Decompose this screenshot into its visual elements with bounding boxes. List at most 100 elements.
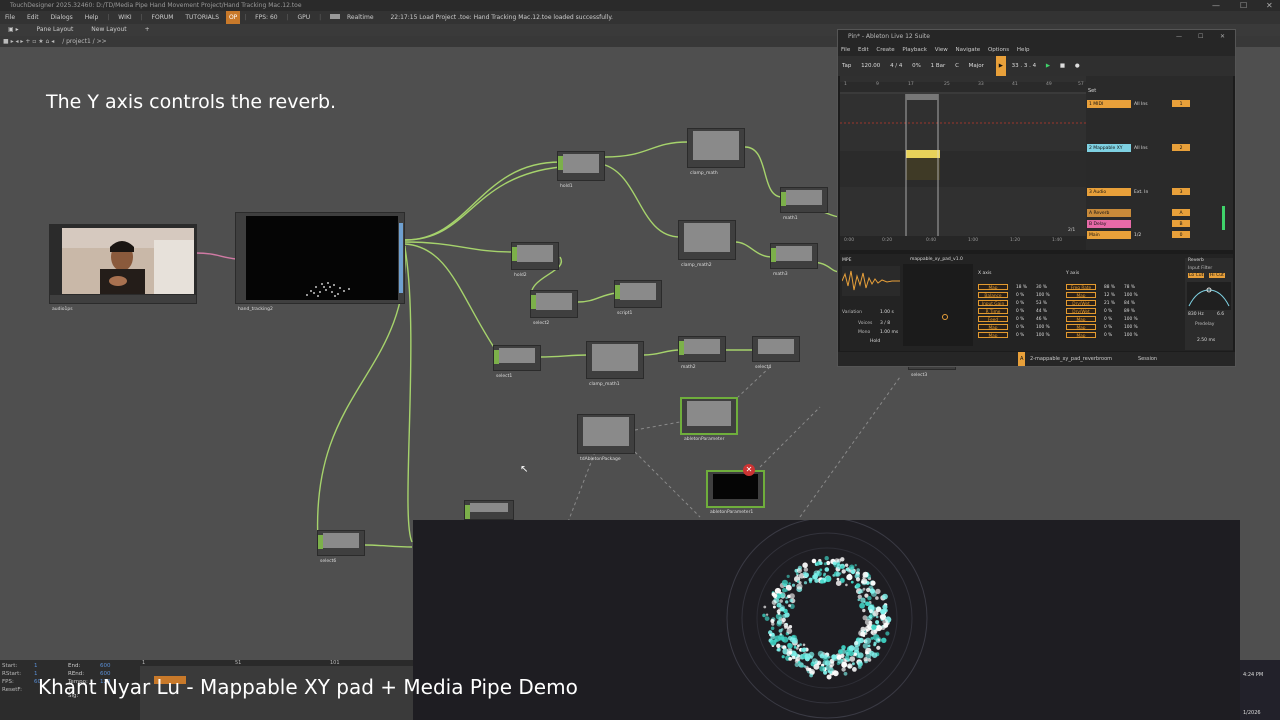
tap-button[interactable]: Tap [838,56,855,76]
hold-button[interactable]: Hold [870,339,880,344]
mapping-parameter[interactable]: Map [978,332,1008,339]
menu-help[interactable]: Help [80,11,104,24]
mapping-max[interactable]: 100 % [1124,324,1138,331]
track-input[interactable]: All Ins [1134,100,1148,109]
track-row[interactable]: B Delay B [1086,220,1231,229]
mapping-parameter[interactable]: Map [978,324,1008,331]
mapping-min[interactable]: 0 % [1104,332,1112,339]
mapping-parameter[interactable]: Dry/Wet [1066,308,1096,315]
mapping-min[interactable]: 0 % [1016,332,1024,339]
close-icon[interactable]: ✕ [1266,0,1273,11]
mapping-max[interactable]: 46 % [1036,316,1047,323]
ab-menu-help[interactable]: Help [1014,44,1033,56]
track-name[interactable]: A Reverb [1087,209,1131,217]
bpm-field[interactable]: 120.00 [857,56,884,76]
node-select4[interactable]: select4 [752,336,800,370]
ab-menu-options[interactable]: Options [985,44,1012,56]
new-layout-button[interactable]: New Layout [83,24,134,36]
track-name[interactable]: Main [1087,231,1131,239]
track-number[interactable]: B [1172,220,1190,227]
mapping-min[interactable]: 0 % [1016,308,1024,315]
ab-menu-create[interactable]: Create [873,44,897,56]
minimize-icon[interactable]: — [1212,0,1220,11]
key-select[interactable]: C [951,56,963,76]
mapping-max[interactable]: 53 % [1036,300,1047,307]
track-input[interactable]: All Ins [1134,144,1148,153]
ab-close-icon[interactable]: ✕ [1220,30,1225,44]
mapping-parameter[interactable]: Feed [978,316,1008,323]
mapping-max[interactable]: 100 % [1036,332,1050,339]
error-icon[interactable]: ✕ [743,464,755,476]
beat-ruler[interactable]: 1 9 17 25 33 41 49 57 [840,82,1086,92]
track-name[interactable]: B Delay [1087,220,1131,228]
mapping-min[interactable]: 0 % [1016,316,1024,323]
mapping-max[interactable]: 100 % [1124,292,1138,299]
track-input[interactable]: 1/2 [1134,231,1141,240]
mapping-min[interactable]: 0 % [1104,308,1112,315]
mapping-parameter[interactable]: Map [1066,332,1096,339]
ab-menu-edit[interactable]: Edit [855,44,872,56]
track-name[interactable]: 2 Mappable XY [1087,144,1131,152]
node-math1[interactable]: math1 [780,187,828,221]
hi-cut-toggle[interactable]: Hi Cut [1209,273,1225,278]
track-number[interactable]: 3 [1172,188,1190,195]
mapping-min[interactable]: 0 % [1016,324,1024,331]
mapping-parameter[interactable]: Map [978,284,1008,291]
mono-value[interactable]: 1.00 ms [880,330,898,335]
pane-tools-icon[interactable]: ▣ ▸ [0,24,27,36]
node-math3[interactable]: math3 [770,243,818,277]
scale-select[interactable]: Major [965,56,988,76]
stop-icon[interactable]: ■ [1056,56,1069,76]
node-script1[interactable]: script1 [614,280,662,316]
maximize-icon[interactable]: ☐ [1240,0,1247,11]
node-abletonparameter1[interactable]: abletonParameter1 ✕ [706,464,765,515]
pathbar-tools-icon[interactable]: ■ ▸ ◂ ▸ + ▫ ★ ⌂ ◂ [0,36,57,47]
node-select6[interactable]: select6 [317,530,365,564]
node-partial[interactable] [464,500,514,520]
record-icon[interactable]: ● [1071,56,1084,76]
node-math2[interactable]: math2 [678,336,726,370]
mapping-min[interactable]: 12 % [1104,292,1115,299]
node-clamp-math[interactable]: clamp_math [687,128,745,176]
node-tdabletonpackage[interactable]: tdAbletonPackage [577,414,635,462]
mapping-parameter[interactable]: Map [1066,316,1096,323]
node-abletonparameter[interactable]: abletonParameter [680,397,738,442]
menu-dialogs[interactable]: Dialogs [46,11,78,24]
menu-edit[interactable]: Edit [22,11,44,24]
node-hold2[interactable]: hold2 [511,242,559,278]
op-badge[interactable]: OP [225,11,241,24]
mapping-min[interactable]: 0 % [1016,292,1024,299]
mapping-min[interactable]: 21 % [1104,300,1115,307]
mapping-max[interactable]: 100 % [1036,292,1050,299]
mapping-parameter[interactable]: R Time [978,308,1008,315]
variation-value[interactable]: 1.00 s [880,310,894,315]
link-forum[interactable]: FORUM [147,11,179,24]
song-position[interactable]: 33 . 3 . 4 [1008,56,1041,76]
mapping-min[interactable]: 18 % [1016,284,1027,291]
track-name[interactable]: 1 MIDI [1087,100,1131,108]
node-hold1[interactable]: hold1 [557,151,605,189]
mapping-parameter[interactable]: Input Gain [978,300,1008,307]
track-number[interactable]: 0 [1172,231,1190,238]
track-row[interactable]: 1 MIDI All Ins 1 [1086,100,1231,109]
ab-minimize-icon[interactable]: — [1176,30,1182,44]
mapping-min[interactable]: 0 % [1104,316,1112,323]
mapping-parameter[interactable]: Map [1066,324,1096,331]
mapping-parameter[interactable]: Dry/Wet [1066,300,1096,307]
track-number[interactable]: A [1172,209,1190,216]
node-clamp-math1[interactable]: clamp_math1 [586,341,644,387]
track-number[interactable]: 2 [1172,144,1190,151]
xy-cursor[interactable] [942,314,948,320]
node-hand-tracking2[interactable]: hand_tracking2 [235,212,405,312]
menu-file[interactable]: File [0,11,20,24]
track-row[interactable]: 3 Audio Ext. In 3 [1086,188,1231,197]
lo-cut-toggle[interactable]: Lo Cut [1188,273,1205,278]
track-input[interactable]: Ext. In [1134,188,1148,197]
mapping-max[interactable]: 100 % [1036,324,1050,331]
node-select1[interactable]: select1 [493,345,541,379]
filter-freq-right[interactable]: 6.6 [1217,312,1224,317]
mapping-parameter[interactable]: Map [1066,292,1096,299]
mapping-max[interactable]: 30 % [1036,284,1047,291]
predelay-value[interactable]: 2.50 ms [1197,338,1215,343]
add-pane-icon[interactable]: + [137,24,158,36]
